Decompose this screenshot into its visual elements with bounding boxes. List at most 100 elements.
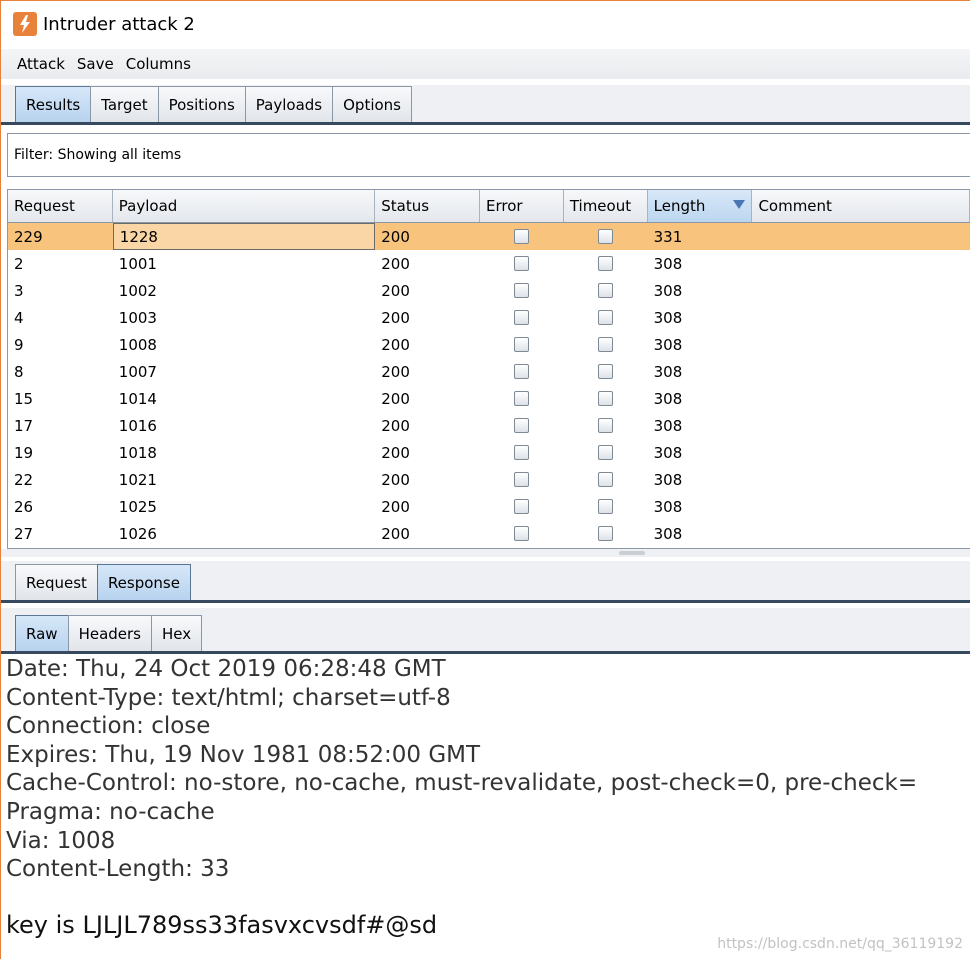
column-header-error[interactable]: Error <box>480 190 564 222</box>
cell-request: 19 <box>14 443 34 462</box>
cell-length: 308 <box>653 254 683 273</box>
cell-length: 308 <box>653 443 683 462</box>
column-header-payload[interactable]: Payload <box>113 190 376 222</box>
error-checkbox[interactable] <box>514 418 530 433</box>
error-checkbox[interactable] <box>514 526 530 541</box>
table-body: 229 1228 200 331 2 1001 200 308 3 1002 200 308 4 1003… <box>8 223 970 547</box>
cell-payload: 1025 <box>118 497 157 516</box>
error-checkbox[interactable] <box>514 445 530 460</box>
timeout-checkbox[interactable] <box>598 445 614 460</box>
cell-request: 8 <box>14 362 24 381</box>
column-header-timeout[interactable]: Timeout <box>564 190 648 222</box>
column-header-request[interactable]: Request <box>8 190 113 222</box>
cell-request: 2 <box>14 254 24 273</box>
menu-save[interactable]: Save <box>77 55 114 73</box>
menu-columns[interactable]: Columns <box>126 55 191 73</box>
cell-status: 200 <box>381 389 410 408</box>
table-row[interactable]: 27 1026 200 308 <box>8 520 970 547</box>
tab-payloads[interactable]: Payloads <box>244 86 334 122</box>
timeout-checkbox[interactable] <box>598 499 614 514</box>
cell-timeout <box>564 493 648 520</box>
table-row[interactable]: 229 1228 200 331 <box>8 223 970 250</box>
cell-payload: 1007 <box>118 362 157 381</box>
cell-comment <box>752 331 970 358</box>
tab-positions[interactable]: Positions <box>157 86 246 122</box>
table-row[interactable]: 2 1001 200 308 <box>8 250 970 277</box>
cell-payload: 1016 <box>118 416 157 435</box>
cell-payload: 1002 <box>118 281 157 300</box>
table-row[interactable]: 8 1007 200 308 <box>8 358 970 385</box>
cell-error <box>480 277 564 304</box>
error-checkbox[interactable] <box>514 283 530 298</box>
cell-error <box>480 304 564 331</box>
column-header-status[interactable]: Status <box>375 190 480 222</box>
cell-status: 200 <box>381 524 410 543</box>
tab-raw[interactable]: Raw <box>15 615 69 651</box>
filter-bar[interactable]: Filter: Showing all items <box>7 133 970 177</box>
timeout-checkbox[interactable] <box>598 472 614 487</box>
cell-payload: 1001 <box>118 254 157 273</box>
cell-status: 200 <box>381 254 410 273</box>
tab-headers[interactable]: Headers <box>67 615 152 651</box>
column-header-length-label: Length <box>653 197 706 215</box>
table-row[interactable]: 4 1003 200 308 <box>8 304 970 331</box>
timeout-checkbox[interactable] <box>598 256 614 271</box>
response-raw-view[interactable]: Date: Thu, 24 Oct 2019 06:28:48 GMT Cont… <box>1 655 970 959</box>
error-checkbox[interactable] <box>514 391 530 406</box>
cell-error <box>480 520 564 547</box>
cell-comment <box>752 385 970 412</box>
timeout-checkbox[interactable] <box>598 391 614 406</box>
timeout-checkbox[interactable] <box>598 526 614 541</box>
tab-options[interactable]: Options <box>332 86 413 122</box>
table-row[interactable]: 22 1021 200 308 <box>8 466 970 493</box>
cell-timeout <box>564 412 648 439</box>
table-row[interactable]: 9 1008 200 308 <box>8 331 970 358</box>
tab-hex[interactable]: Hex <box>151 615 203 651</box>
timeout-checkbox[interactable] <box>598 364 614 379</box>
table-row[interactable]: 3 1002 200 308 <box>8 277 970 304</box>
cell-status: 200 <box>381 335 410 354</box>
splitter-handle[interactable] <box>619 551 645 555</box>
timeout-checkbox[interactable] <box>598 337 614 352</box>
cell-error <box>480 358 564 385</box>
cell-length: 308 <box>653 335 683 354</box>
table-row[interactable]: 15 1014 200 308 <box>8 385 970 412</box>
error-checkbox[interactable] <box>514 256 530 271</box>
view-tab-strip: Raw Headers Hex <box>1 608 970 654</box>
table-row[interactable]: 19 1018 200 308 <box>8 439 970 466</box>
cell-comment <box>752 439 970 466</box>
tab-request[interactable]: Request <box>15 564 98 600</box>
cell-comment <box>752 223 970 250</box>
timeout-checkbox[interactable] <box>598 310 614 325</box>
cell-request: 229 <box>14 227 43 246</box>
table-row[interactable]: 17 1016 200 308 <box>8 412 970 439</box>
cell-timeout <box>564 250 648 277</box>
cell-request: 3 <box>14 281 24 300</box>
timeout-checkbox[interactable] <box>598 229 614 244</box>
error-checkbox[interactable] <box>514 499 530 514</box>
error-checkbox[interactable] <box>514 229 530 244</box>
column-header-length[interactable]: Length <box>647 190 753 222</box>
error-checkbox[interactable] <box>514 337 530 352</box>
column-header-comment[interactable]: Comment <box>752 190 970 222</box>
cell-request: 26 <box>14 497 34 516</box>
title-bar: Intruder attack 2 <box>1 1 970 47</box>
cell-request: 15 <box>14 389 34 408</box>
error-checkbox[interactable] <box>514 310 530 325</box>
table-row[interactable]: 26 1025 200 308 <box>8 493 970 520</box>
tab-target[interactable]: Target <box>90 86 159 122</box>
menu-attack[interactable]: Attack <box>17 55 65 73</box>
error-checkbox[interactable] <box>514 364 530 379</box>
response-header-line: Date: Thu, 24 Oct 2019 06:28:48 GMT <box>6 656 446 682</box>
cell-length: 308 <box>653 389 683 408</box>
cell-status: 200 <box>381 497 410 516</box>
timeout-checkbox[interactable] <box>598 418 614 433</box>
cell-error <box>480 331 564 358</box>
timeout-checkbox[interactable] <box>598 283 614 298</box>
watermark: https://blog.csdn.net/qq_36119192 <box>717 936 963 952</box>
tab-results[interactable]: Results <box>15 86 92 122</box>
cell-request: 4 <box>14 308 24 327</box>
pane-splitter[interactable] <box>1 549 970 557</box>
error-checkbox[interactable] <box>514 472 530 487</box>
tab-response[interactable]: Response <box>96 564 191 600</box>
